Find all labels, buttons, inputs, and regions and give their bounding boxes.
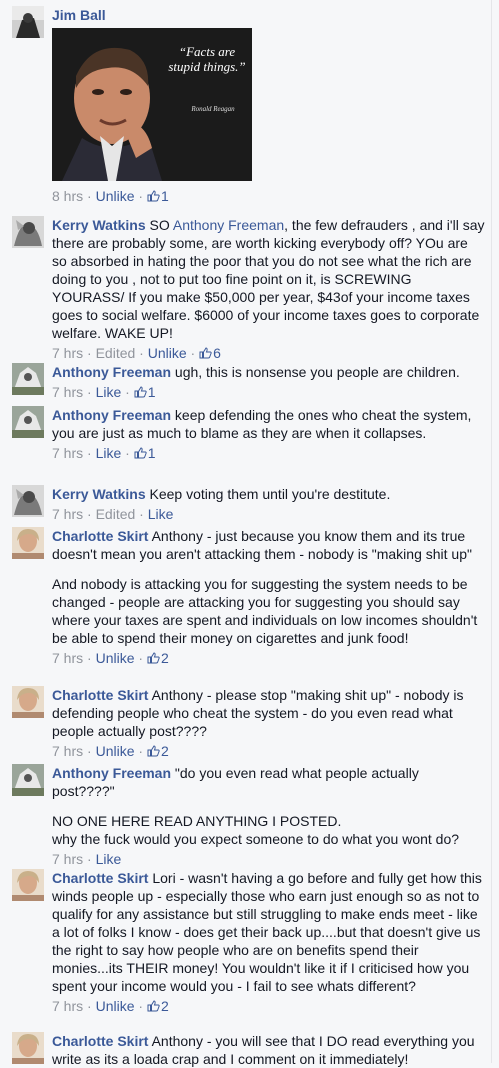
avatar[interactable] [12,485,44,517]
post-image[interactable]: “Facts are stupid things.” Ronald Reagan [52,28,252,181]
comment-time[interactable]: 7 hrs [52,743,83,759]
comment-text: , the few defrauders , and i'll say ther… [52,217,485,341]
edited-label[interactable]: Edited [96,506,136,522]
like-count[interactable]: 1 [147,188,169,204]
comment-time[interactable]: 7 hrs [52,851,83,867]
like-count[interactable]: 2 [147,650,169,666]
comment-meta: 7 hrs · Unlike · 2 [52,743,169,759]
thumbs-up-icon [147,1000,160,1012]
thumbs-up-icon [134,386,147,398]
comment-author[interactable]: Charlotte Skirt [52,870,148,886]
comment-time[interactable]: 8 hrs [52,188,83,204]
comment-meta: 7 hrs · Unlike · 2 [52,650,169,666]
avatar[interactable] [12,363,44,395]
comment-time[interactable]: 7 hrs [52,384,83,400]
comment-time[interactable]: 7 hrs [52,650,83,666]
comment-thread: Jim Ball “Facts are stupid things.” Rona… [0,0,492,1067]
avatar[interactable] [12,869,44,901]
comment-meta: 7 hrs · Like [52,851,122,867]
comment-author[interactable]: Jim Ball [52,7,106,23]
comment: Jim Ball “Facts are stupid things.” Rona… [12,6,485,206]
comment-meta: 7 hrs · Edited · Like [52,506,174,522]
image-attribution: Ronald Reagan [191,105,235,113]
comment-author[interactable]: Charlotte Skirt [52,1033,148,1049]
like-button[interactable]: Unlike [96,998,135,1014]
avatar[interactable] [12,216,44,248]
like-button[interactable]: Like [148,506,174,522]
comment-time[interactable]: 7 hrs [52,506,83,522]
comment-meta: 8 hrs · Unlike · 1 [52,188,169,204]
thumbs-up-icon [134,447,147,459]
comment-time[interactable]: 7 hrs [52,998,83,1014]
comment-author[interactable]: Anthony Freeman [52,407,171,423]
comment-meta: 7 hrs · Edited · Unlike · 6 [52,345,221,361]
comment-author[interactable]: Charlotte Skirt [52,687,148,703]
thumbs-up-icon [147,190,160,202]
comment-time[interactable]: 7 hrs [52,445,83,461]
comment-text: SO [145,217,173,233]
like-count[interactable]: 2 [147,998,169,1014]
image-quote: “Facts are stupid things.” [168,44,246,74]
comment-author[interactable]: Kerry Watkins [52,217,146,233]
avatar[interactable] [12,1032,44,1064]
comment-text: Keep voting them until you're destitute. [145,486,391,502]
thumbs-up-icon [147,745,160,757]
like-count[interactable]: 1 [134,445,156,461]
comment-text: NO ONE HERE READ ANYTHING I POSTED. [52,813,342,829]
avatar[interactable] [12,764,44,796]
like-button[interactable]: Unlike [96,743,135,759]
thumbs-up-icon [199,347,212,359]
like-count[interactable]: 2 [147,743,169,759]
avatar[interactable] [12,527,44,559]
comment-author[interactable]: Anthony Freeman [52,364,171,380]
avatar[interactable] [12,6,44,38]
like-button[interactable]: Like [96,445,122,461]
thumbs-up-icon [147,652,160,664]
comment-text: ugh, this is nonsense you people are chi… [171,364,460,380]
mention-link[interactable]: Anthony Freeman [173,217,284,233]
comment-meta: 7 hrs · Like · 1 [52,384,156,400]
comment-author[interactable]: Anthony Freeman [52,765,171,781]
comment-meta: 7 hrs · Like · 1 [52,445,156,461]
comment-author[interactable]: Charlotte Skirt [52,528,148,544]
like-button[interactable]: Unlike [148,345,187,361]
comment-text: And nobody is attacking you for suggesti… [52,576,478,646]
comment-text: Lori - wasn't having a go before and ful… [52,870,482,994]
like-button[interactable]: Unlike [96,650,135,666]
edited-label[interactable]: Edited [96,345,136,361]
comment-text: why the fuck would you expect someone to… [52,831,460,847]
comment-time[interactable]: 7 hrs [52,345,83,361]
like-button[interactable]: Like [96,851,122,867]
avatar[interactable] [12,406,44,438]
comment-meta: 7 hrs · Unlike · 2 [52,998,169,1014]
like-count[interactable]: 6 [199,345,221,361]
avatar[interactable] [12,686,44,718]
like-button[interactable]: Like [96,384,122,400]
like-count[interactable]: 1 [134,384,156,400]
comment-author[interactable]: Kerry Watkins [52,486,146,502]
like-button[interactable]: Unlike [96,188,135,204]
